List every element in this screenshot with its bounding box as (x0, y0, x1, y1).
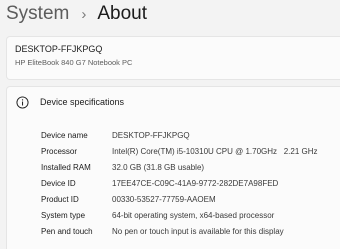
specifications-list: Device name DESKTOP-FFJKPGQ Processor In… (6, 119, 340, 249)
breadcrumb-system-link[interactable]: System (6, 3, 69, 25)
spec-value: DESKTOP-FFJKPGQ (112, 130, 190, 140)
spec-label: Pen and touch (41, 226, 93, 236)
spec-value: 32.0 GB (31.8 GB usable) (112, 162, 205, 172)
breadcrumb: System › About (6, 0, 147, 28)
device-name: DESKTOP-FFJKPGQ (15, 44, 103, 54)
spec-label: Device name (41, 130, 88, 140)
spec-value: 17EE47CE-C09C-41A9-9772-282DE7A98FED (112, 178, 279, 188)
spec-value: 00330-53527-77759-AAOEM (112, 194, 216, 204)
spec-label: Installed RAM (41, 162, 91, 172)
specifications-title: Device specifications (40, 97, 125, 107)
device-name-card: DESKTOP-FFJKPGQ HP EliteBook 840 G7 Note… (6, 36, 340, 80)
spec-value: 64-bit operating system, x64-based proce… (112, 210, 275, 220)
info-icon (16, 96, 29, 109)
spec-value: Intel(R) Core(TM) i5-10310U CPU @ 1.70GH… (112, 146, 318, 156)
breadcrumb-chevron-icon: › (81, 5, 87, 23)
spec-label: Processor (41, 146, 78, 156)
spec-value: No pen or touch input is available for t… (112, 226, 284, 236)
page-title: About (97, 3, 148, 24)
device-model: HP EliteBook 840 G7 Notebook PC (15, 58, 133, 67)
spec-label: System type (41, 210, 86, 220)
spec-label: Device ID (41, 178, 76, 188)
device-specifications-header[interactable]: Device specifications (6, 86, 340, 120)
spec-label: Product ID (41, 194, 79, 204)
